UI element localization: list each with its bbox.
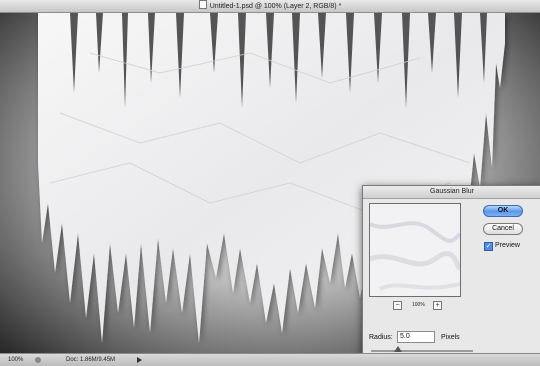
radius-label: Radius:: [369, 334, 393, 341]
slider-thumb-icon[interactable]: [394, 346, 402, 352]
plus-icon[interactable]: +: [433, 301, 442, 310]
document-size: Doc: 1.86M/9.45M: [66, 357, 116, 363]
zoom-level[interactable]: 100%: [8, 354, 23, 366]
window-title: Untitled-1.psd @ 100% (Layer 2, RGB/8) *: [209, 3, 342, 10]
status-bar: 100% Doc: 1.86M/9.45M: [0, 353, 540, 366]
triangle-right-icon[interactable]: [137, 357, 142, 363]
ok-button[interactable]: OK: [483, 205, 523, 217]
document-icon: [198, 0, 207, 9]
gaussian-blur-dialog: Gaussian Blur − 100% + OK Cancel ✓ Previe…: [362, 185, 540, 355]
checkmark-icon[interactable]: ✓: [484, 242, 493, 251]
status-indicator-icon: [35, 357, 41, 363]
window-title-bar: Untitled-1.psd @ 100% (Layer 2, RGB/8) *: [0, 0, 540, 13]
cancel-button[interactable]: Cancel: [483, 223, 523, 235]
radius-input[interactable]: 5.0: [397, 331, 435, 343]
minus-icon[interactable]: −: [393, 301, 402, 310]
preview-label: Preview: [495, 242, 520, 249]
preview-texture: [370, 204, 460, 296]
radius-unit-label: Pixels: [441, 334, 460, 341]
preview-zoom-level: 100%: [412, 302, 425, 308]
preview-zoom-controls: − 100% +: [393, 301, 443, 311]
dialog-title: Gaussian Blur: [363, 186, 540, 199]
preview-checkbox-row[interactable]: ✓ Preview: [484, 242, 520, 251]
radius-slider-track[interactable]: [371, 350, 473, 352]
filter-preview[interactable]: [369, 203, 461, 297]
